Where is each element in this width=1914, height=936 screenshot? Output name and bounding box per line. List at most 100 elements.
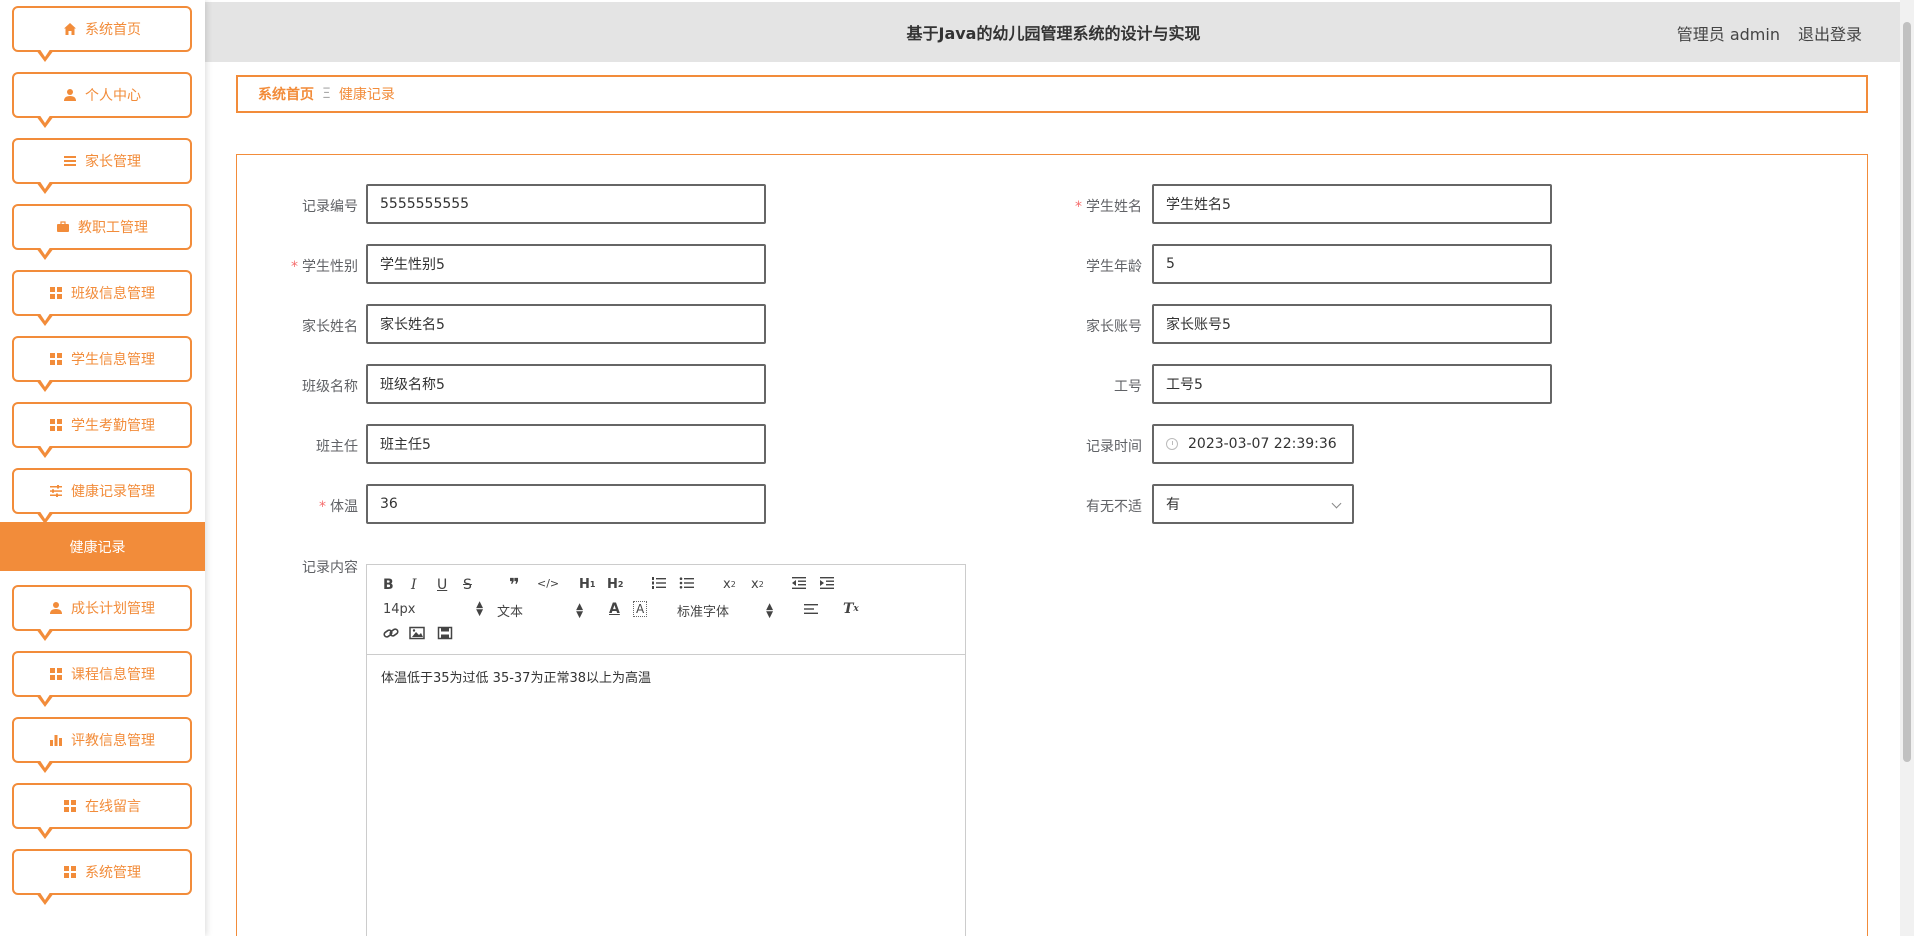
updown-icon: ▲ ▼ xyxy=(476,600,483,618)
class-name-input[interactable]: 班级名称5 xyxy=(366,364,766,404)
student-gender-input[interactable]: 学生性别5 xyxy=(366,244,766,284)
updown-icon: ▲ ▼ xyxy=(766,601,773,620)
parent-account-input[interactable]: 家长账号5 xyxy=(1152,304,1552,344)
link-icon[interactable] xyxy=(383,626,399,640)
rich-text-editor: B I U S ❞ </> H1 H2 x2 x2 14px ▲ ▼ 文本 ▲ ▼ A … xyxy=(366,564,966,936)
sidebar-item-profile[interactable]: 个人中心 xyxy=(12,72,192,128)
sidebar-item-courses[interactable]: 课程信息管理 xyxy=(12,651,192,707)
discomfort-label: 有无不适 xyxy=(1086,499,1142,515)
indent-icon[interactable] xyxy=(819,576,835,590)
editor-content[interactable]: 体温低于35为过低 35-37为正常38以上为高温 xyxy=(367,655,965,698)
sidebar-item-class-info[interactable]: 班级信息管理 xyxy=(12,270,192,326)
superscript-icon[interactable]: x2 xyxy=(751,577,764,592)
class-name-label: 班级名称 xyxy=(302,379,358,395)
bar-chart-icon xyxy=(49,733,63,747)
list-icon xyxy=(63,154,77,168)
user-icon xyxy=(49,601,63,615)
logout-link[interactable]: 退出登录 xyxy=(1798,2,1862,62)
editor-toolbar: B I U S ❞ </> H1 H2 x2 x2 14px ▲ ▼ 文本 ▲ ▼ A … xyxy=(367,565,965,655)
italic-icon[interactable]: I xyxy=(411,577,417,593)
student-age-label: 学生年龄 xyxy=(1086,259,1142,275)
outdent-icon[interactable] xyxy=(791,576,807,590)
staff-no-input[interactable]: 工号5 xyxy=(1152,364,1552,404)
font-family-select[interactable]: 标准字体 ▲ ▼ xyxy=(677,601,773,620)
head-teacher-input[interactable]: 班主任5 xyxy=(366,424,766,464)
heading2-icon[interactable]: H2 xyxy=(607,577,623,592)
sidebar-item-evaluation[interactable]: 评教信息管理 xyxy=(12,717,192,773)
text-style-select[interactable]: 文本 ▲ ▼ xyxy=(497,601,583,620)
sidebar-item-messages[interactable]: 在线留言 xyxy=(12,783,192,839)
record-time-picker[interactable]: 2023-03-07 22:39:36 xyxy=(1152,424,1354,464)
record-no-label: 记录编号 xyxy=(302,199,358,215)
sidebar-item-system[interactable]: 系统管理 xyxy=(12,849,192,905)
grid-icon xyxy=(63,865,77,879)
sidebar-item-home[interactable]: 系统首页 xyxy=(12,6,192,62)
video-icon[interactable] xyxy=(437,626,453,640)
sidebar-item-label: 课程信息管理 xyxy=(71,667,155,683)
breadcrumb-separator: Ξ xyxy=(322,86,331,102)
underline-icon[interactable]: U xyxy=(437,577,447,593)
page-scrollbar[interactable] xyxy=(1900,0,1914,936)
home-icon xyxy=(63,22,77,36)
grid-icon xyxy=(49,352,63,366)
sidebar-item-health-records[interactable]: 健康记录管理 xyxy=(12,468,192,524)
updown-icon: ▲ ▼ xyxy=(576,601,583,620)
temperature-input[interactable]: 36 xyxy=(366,484,766,524)
code-icon[interactable]: </> xyxy=(537,577,559,590)
sidebar-item-label: 系统管理 xyxy=(85,865,141,881)
sidebar-item-staff[interactable]: 教职工管理 xyxy=(12,204,192,260)
content-label: 记录内容 xyxy=(302,560,358,576)
breadcrumb-home[interactable]: 系统首页 xyxy=(258,84,314,104)
breadcrumb-current: 健康记录 xyxy=(338,87,395,103)
align-icon[interactable] xyxy=(803,602,819,616)
font-size-select[interactable]: 14px ▲ ▼ xyxy=(383,600,483,618)
student-name-input[interactable]: 学生姓名5 xyxy=(1152,184,1552,224)
background-color-icon[interactable]: A xyxy=(633,601,648,617)
sidebar-item-label: 健康记录管理 xyxy=(71,484,155,500)
record-time-value: 2023-03-07 22:39:36 xyxy=(1188,436,1337,452)
sidebar-item-label: 教职工管理 xyxy=(78,220,148,236)
blockquote-icon[interactable]: ❞ xyxy=(509,575,520,596)
sidebar-item-label: 学生考勤管理 xyxy=(71,418,155,434)
clear-format-icon[interactable]: Tx xyxy=(843,601,859,617)
student-age-input[interactable]: 5 xyxy=(1152,244,1552,284)
grid-icon xyxy=(49,667,63,681)
sidebar-item-label: 成长计划管理 xyxy=(71,601,155,617)
staff-no-label: 工号 xyxy=(1114,379,1142,395)
font-color-icon[interactable]: A xyxy=(609,601,620,617)
strikethrough-icon[interactable]: S xyxy=(463,577,472,593)
sidebar-item-student-info[interactable]: 学生信息管理 xyxy=(12,336,192,392)
briefcase-icon xyxy=(56,220,70,234)
ordered-list-icon[interactable] xyxy=(651,576,667,590)
user-icon xyxy=(63,88,77,102)
temperature-label: * 体温 xyxy=(319,499,358,515)
image-icon[interactable] xyxy=(409,626,425,640)
sidebar-item-label: 评教信息管理 xyxy=(71,733,155,749)
sliders-icon xyxy=(49,484,63,498)
sidebar-item-label: 个人中心 xyxy=(85,88,141,104)
bold-icon[interactable]: B xyxy=(383,577,394,593)
grid-icon xyxy=(63,799,77,813)
sidebar-item-growth-plan[interactable]: 成长计划管理 xyxy=(12,585,192,641)
heading1-icon[interactable]: H1 xyxy=(579,577,595,592)
grid-icon xyxy=(49,418,63,432)
sidebar-item-parents[interactable]: 家长管理 xyxy=(12,138,192,194)
current-user: 管理员 admin xyxy=(1676,25,1780,44)
discomfort-select[interactable]: 有 xyxy=(1152,484,1354,524)
app-title: 基于Java的幼儿园管理系统的设计与实现 xyxy=(906,24,1201,43)
sidebar-item-attendance[interactable]: 学生考勤管理 xyxy=(12,402,192,458)
sidebar-subitem-health-record[interactable]: 健康记录 xyxy=(0,522,205,571)
record-no-input[interactable]: 5555555555 xyxy=(366,184,766,224)
parent-account-label: 家长账号 xyxy=(1086,319,1142,335)
breadcrumb: 系统首页 Ξ 健康记录 xyxy=(236,75,1868,113)
top-header: 基于Java的幼儿园管理系统的设计与实现 管理员 admin 退出登录 xyxy=(205,2,1902,62)
sidebar-item-label: 系统首页 xyxy=(85,22,141,38)
header-user-area: 管理员 admin 退出登录 xyxy=(1677,2,1862,62)
bullet-list-icon[interactable] xyxy=(679,576,695,590)
subscript-icon[interactable]: x2 xyxy=(723,577,736,592)
discomfort-value: 有 xyxy=(1166,497,1180,513)
parent-name-input[interactable]: 家长姓名5 xyxy=(366,304,766,344)
student-gender-label: * 学生性别 xyxy=(291,259,358,275)
scrollbar-thumb[interactable] xyxy=(1903,22,1911,762)
parent-name-label: 家长姓名 xyxy=(302,319,358,335)
